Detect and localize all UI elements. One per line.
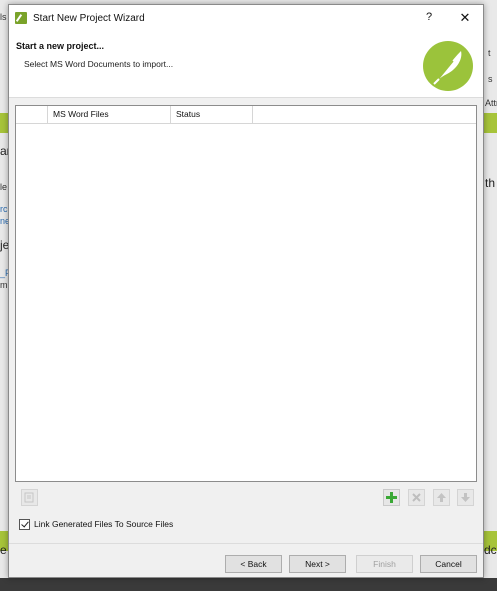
background-text: ls [0,12,7,22]
background-text: t [488,48,491,58]
arrow-down-icon [461,493,470,502]
header-subtitle: Select MS Word Documents to import... [24,59,174,69]
add-icon [386,492,397,503]
feather-logo-icon [423,41,473,91]
link-files-checkbox[interactable] [19,519,30,530]
finish-button[interactable]: Finish [356,555,413,573]
start-project-wizard-dialog: Start New Project Wizard ? ✕ Start a new… [8,4,484,578]
window-title: Start New Project Wizard [33,13,145,24]
help-button[interactable]: ? [421,11,437,25]
back-button[interactable]: < Back [225,555,282,573]
add-button[interactable] [383,489,400,506]
wizard-header: Start a new project... Select MS Word Do… [9,31,483,98]
move-down-button[interactable] [457,489,474,506]
background-text: s [488,74,493,84]
edit-button[interactable] [21,489,38,506]
remove-button[interactable] [408,489,425,506]
close-button[interactable]: ✕ [456,10,474,26]
footer-divider [9,543,483,544]
background-text: Attr [485,98,497,108]
background-text: m [0,280,8,290]
background-text: e [0,543,7,557]
edit-icon [24,492,34,503]
taskbar-strip [0,578,497,591]
column-header-status[interactable]: Status [171,106,253,123]
background-text: th [485,176,496,190]
column-header-ms-word-files[interactable]: MS Word Files [48,106,171,123]
move-up-button[interactable] [433,489,450,506]
header-title: Start a new project... [16,41,105,51]
title-bar: Start New Project Wizard ? ✕ [9,5,483,31]
background-link: rc [0,204,8,214]
app-icon [15,12,27,24]
table-header: MS Word Files Status [16,106,476,124]
arrow-up-icon [437,493,446,502]
link-files-label[interactable]: Link Generated Files To Source Files [34,519,173,529]
files-table[interactable]: MS Word Files Status [15,105,477,482]
remove-icon [412,493,421,502]
table-toolbar [15,489,477,509]
background-text: le [0,182,8,192]
background-text: dc [484,543,497,557]
cancel-button[interactable]: Cancel [420,555,477,573]
next-button[interactable]: Next > [289,555,346,573]
column-header-select[interactable] [16,106,48,123]
